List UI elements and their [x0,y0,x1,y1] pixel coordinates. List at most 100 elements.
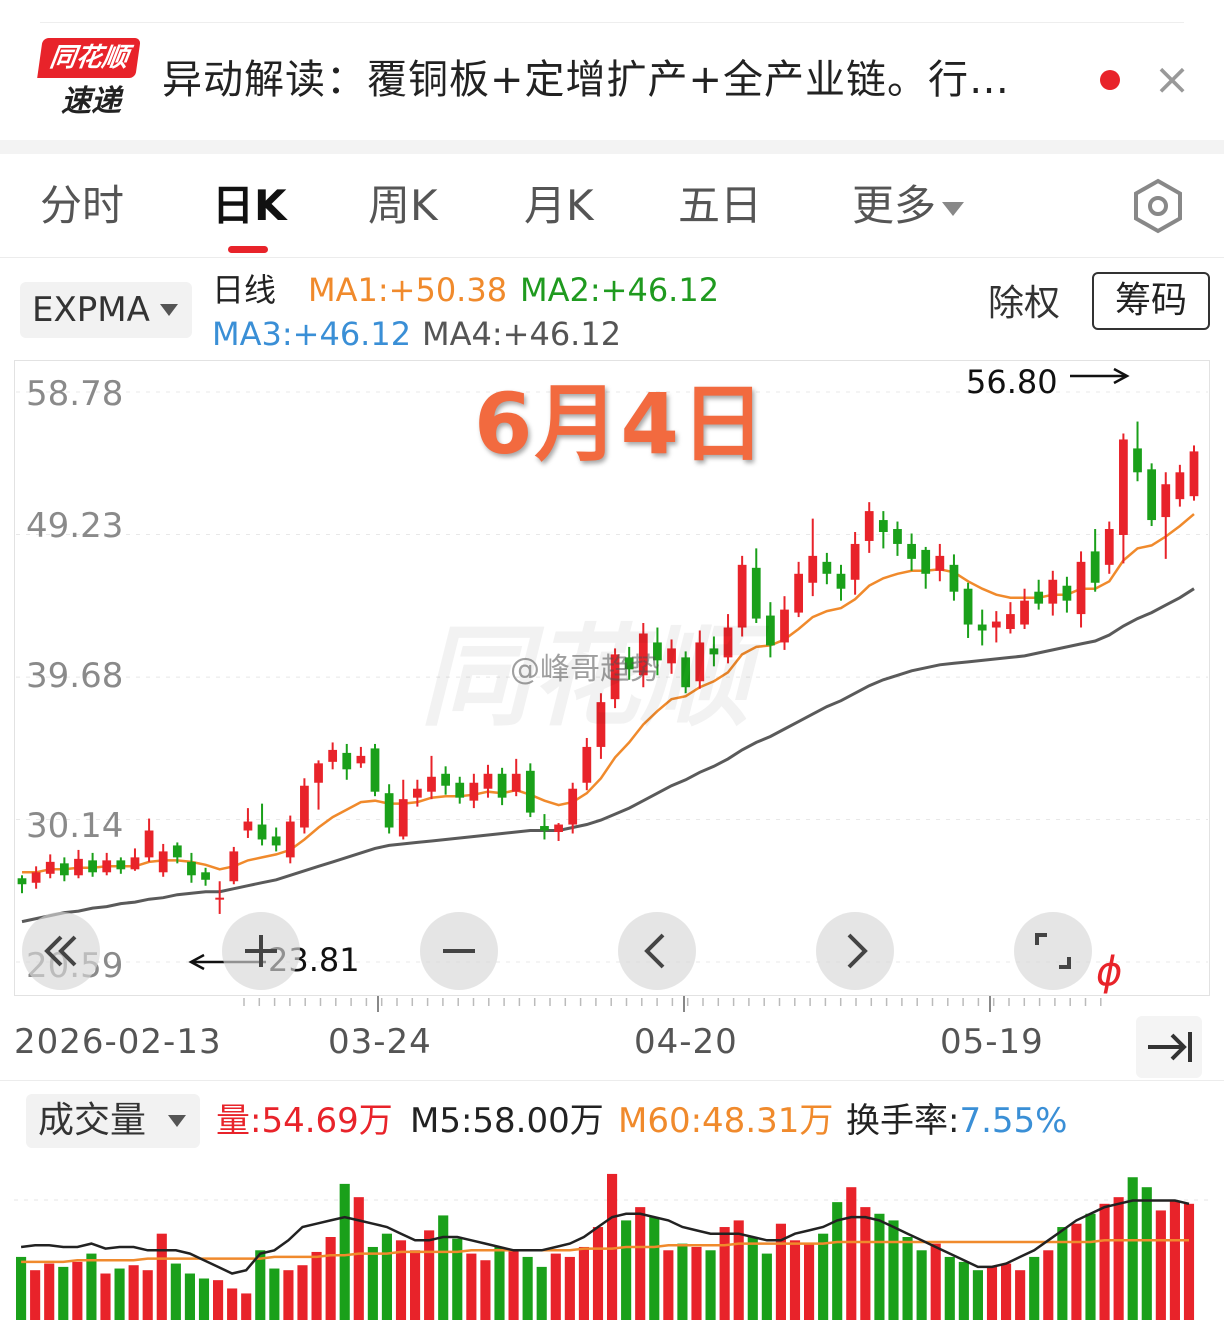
turnover-prefix: 换手率: [846,1101,960,1141]
volume-bar [1155,1210,1166,1320]
volume-bar [170,1263,181,1320]
x-date-label: 05-19 [940,1022,1044,1062]
volume-bar [198,1278,210,1320]
ths-logo: 同花顺 速递 [37,38,141,122]
chip-distribution-button[interactable]: 筹码 [1092,272,1210,330]
ma4-legend: MA4:+46.12 [422,315,622,353]
plus-icon [245,935,277,967]
volume-bar [353,1197,364,1320]
volume-bar [663,1250,674,1320]
volume-bar [325,1237,336,1320]
volume-bar [367,1246,378,1320]
volume-bar [100,1273,111,1320]
volume-bar [114,1268,125,1320]
divider [40,22,1184,23]
divider [0,1080,1224,1081]
volume-bar [480,1260,491,1320]
volume-bar [888,1220,899,1320]
volume-bar [44,1263,55,1320]
volume-bar [592,1227,604,1320]
volume-bar [578,1246,589,1320]
turnover-value: 7.55% [959,1101,1068,1141]
volume-bar [846,1187,857,1320]
tab-month-k[interactable]: 月K [524,178,594,234]
weibo-watermark: @峰哥趋势 [510,652,660,687]
volume-bar [339,1183,350,1320]
volume-bar [1099,1203,1110,1320]
m60-legend: M60:48.31万 [618,1101,834,1141]
zoom-out-button[interactable] [420,912,498,990]
volume-select-value: 成交量 [38,1100,147,1141]
logo-top-text: 同花顺 [37,38,141,78]
volume-bar [283,1270,294,1320]
zoom-in-button[interactable] [222,912,300,990]
volume-legend: 量:54.69万 [216,1101,393,1141]
volume-bar [227,1288,238,1320]
y-tick-label: 39.68 [26,656,124,696]
fullscreen-button[interactable] [1014,912,1092,990]
chevron-down-icon [168,1115,186,1127]
volume-bar [184,1273,195,1320]
double-chevron-left-icon [44,935,77,967]
indicator-select[interactable]: EXPMA [20,282,192,338]
volume-bar [86,1253,97,1320]
volume-indicator-select[interactable]: 成交量 [26,1094,200,1148]
tab-week-k[interactable]: 周K [368,178,438,234]
volume-bar [944,1256,955,1320]
volume-chart[interactable] [14,1150,1210,1326]
period-label: 日线 [212,271,277,309]
m5-legend: M5:58.00万 [410,1101,604,1141]
volume-bar [916,1250,927,1320]
m5-line [20,1199,1190,1275]
volume-bar [424,1230,435,1320]
y-tick-label: 49.23 [26,506,124,546]
volume-bar [297,1265,308,1320]
news-banner[interactable]: 同花顺 速递 异动解读：覆铜板+定增扩产+全产业链。行… × [0,0,1224,140]
jump-to-start-button[interactable] [22,912,100,990]
volume-bar [1015,1270,1026,1320]
tab-day-k[interactable]: 日K [212,178,287,234]
volume-bar [142,1270,153,1320]
volume-bar [1113,1197,1124,1320]
red-signal-mark: ɸ [1096,949,1123,995]
tab-more-label: 更多 [852,181,937,230]
tab-more[interactable]: 更多 [852,178,965,234]
volume-bar [438,1215,449,1320]
settings-hexagon-icon[interactable] [1130,178,1186,234]
jump-to-latest-button[interactable] [1136,1016,1202,1078]
active-tab-indicator [228,246,268,253]
ma3-legend: MA3:+46.12 [212,315,412,353]
volume-bar [536,1266,547,1320]
right-arrow-icon [1070,367,1130,385]
chevron-right-icon [847,933,868,969]
volume-bar [874,1213,885,1320]
volume-bar [494,1246,505,1320]
previous-button[interactable] [618,912,696,990]
volume-bar [564,1256,575,1320]
volume-bar [747,1237,758,1320]
volume-bar [1085,1213,1096,1320]
volume-bar [1029,1256,1040,1320]
next-button[interactable] [816,912,894,990]
volume-bar [1127,1177,1138,1320]
minus-icon [443,949,475,953]
volume-bar [789,1240,801,1320]
volume-bar [860,1207,871,1320]
x-date-label: 03-24 [328,1022,432,1062]
ma1-legend: MA1:+50.38 [308,271,508,309]
tab-five-day[interactable]: 五日 [678,178,762,234]
close-news-button[interactable]: × [1148,52,1196,108]
volume-bar [705,1250,716,1320]
volume-bar [550,1253,561,1320]
volume-bar [1169,1200,1180,1320]
volume-bar [677,1243,688,1320]
volume-bar [719,1227,730,1320]
chevron-down-icon [942,201,965,216]
ma2-legend: MA2:+46.12 [520,271,720,309]
volume-bar [522,1256,533,1320]
volume-bar [986,1266,998,1320]
tab-fenshi[interactable]: 分时 [40,178,124,234]
volume-bar [818,1233,829,1320]
news-headline[interactable]: 异动解读：覆铜板+定增扩产+全产业链。行… [162,48,1082,112]
adjust-toggle[interactable]: 除权 [988,282,1060,326]
